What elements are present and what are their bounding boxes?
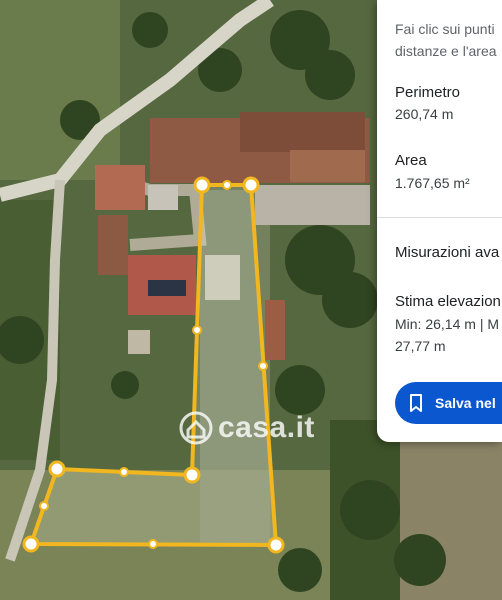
house-logo-icon <box>179 411 213 445</box>
courtyard <box>255 185 370 225</box>
midpoint-handle[interactable] <box>192 325 202 335</box>
save-button[interactable]: Salva nel <box>395 382 502 424</box>
midpoint-handle[interactable] <box>148 539 158 549</box>
elevation-title: Stima elevazion <box>395 293 501 310</box>
perimeter-value: 260,74 m <box>395 106 454 122</box>
elevation-max-value: 27,77 m <box>395 338 446 354</box>
vertex-handle[interactable] <box>183 466 201 484</box>
advanced-measurements-title[interactable]: Misurazioni ava <box>395 244 499 261</box>
midpoint-handle[interactable] <box>119 467 129 477</box>
vertex-handle[interactable] <box>242 176 260 194</box>
area-label: Area <box>395 152 427 169</box>
field-top-left <box>0 0 120 180</box>
divider <box>377 217 502 218</box>
vertex-handle[interactable] <box>267 536 285 554</box>
vertex-handle[interactable] <box>22 535 40 553</box>
midpoint-handle[interactable] <box>258 361 268 371</box>
vertex-handle[interactable] <box>193 176 211 194</box>
watermark: casa.it <box>178 408 315 448</box>
save-button-label: Salva nel <box>435 395 496 411</box>
midpoint-handle[interactable] <box>222 180 232 190</box>
midpoint-handle[interactable] <box>39 501 49 511</box>
instruction-line-2: distanze e l'area <box>395 43 497 59</box>
perimeter-label: Perimetro <box>395 84 461 101</box>
vertex-handle[interactable] <box>48 460 66 478</box>
measure-panel: Fai clic sui punti distanze e l'area Per… <box>377 0 502 442</box>
watermark-text: casa.it <box>218 411 315 444</box>
elevation-min-max: Min: 26,14 m | M <box>395 316 500 332</box>
bookmark-icon <box>410 394 422 412</box>
instruction-line-1: Fai clic sui punti <box>395 21 495 37</box>
area-value: 1.767,65 m² <box>395 175 470 191</box>
instruction-text: Fai clic sui punti distanze e l'area <box>395 18 502 62</box>
